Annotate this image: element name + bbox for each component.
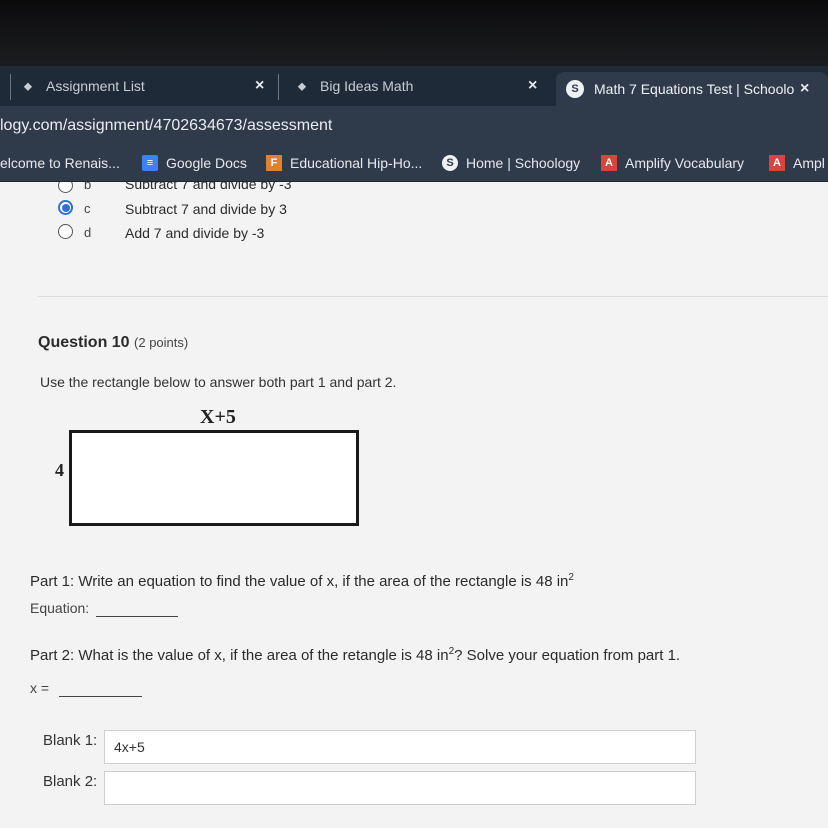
option-text: Subtract 7 and divide by -3	[125, 182, 292, 192]
bookmark-label: Ampl	[793, 155, 825, 171]
tab-math-7-equations-test[interactable]: S Math 7 Equations Test | Schoolo ×	[556, 72, 828, 106]
bookmark-label: Educational Hip-Ho...	[290, 155, 423, 171]
blank-1-label: Blank 1:	[43, 732, 98, 749]
answer-option-d[interactable]: d Add 7 and divide by -3	[0, 224, 828, 244]
option-text: Add 7 and divide by -3	[125, 225, 265, 241]
part-2-text: Part 2: What is the value of x, if the a…	[30, 646, 680, 664]
close-tab-icon[interactable]: ×	[528, 77, 537, 95]
f-logo-icon: F	[266, 155, 282, 171]
close-tab-icon[interactable]: ×	[800, 80, 809, 98]
option-letter: d	[84, 225, 92, 240]
bookmark-amplify-vocabulary[interactable]: A Amplify Vocabulary	[601, 155, 744, 171]
question-title: Question 10 (2 points)	[38, 334, 188, 352]
option-letter: c	[84, 201, 91, 216]
bookmark-label: Home | Schoology	[466, 155, 581, 171]
blank-2-label: Blank 2:	[43, 773, 98, 790]
close-tab-icon[interactable]: ×	[255, 77, 264, 95]
option-letter: b	[84, 182, 92, 192]
question-points: (2 points)	[134, 335, 189, 350]
radio-button-selected[interactable]	[58, 200, 73, 215]
amplify-logo-icon: A	[769, 155, 785, 171]
tab-label: Big Ideas Math	[320, 78, 414, 94]
amplify-logo-icon: A	[601, 155, 617, 171]
part-1-body: Part 1: Write an equation to find the va…	[30, 573, 569, 590]
url-text[interactable]: logy.com/assignment/4702634673/assessmen…	[0, 117, 332, 135]
schoology-logo-icon: S	[566, 80, 584, 98]
option-text: Subtract 7 and divide by 3	[125, 201, 287, 217]
tab-label: Math 7 Equations Test | Schoolo	[594, 81, 795, 97]
tab-assignment-list[interactable]: ⬥ Assignment List ×	[22, 66, 284, 106]
radio-button[interactable]	[58, 182, 73, 193]
screen-bezel	[0, 0, 828, 66]
bookmark-renaissance[interactable]: elcome to Renais...	[0, 155, 120, 171]
assessment-page: b Subtract 7 and divide by -3 c Subtract…	[0, 182, 828, 828]
part-2-body: Part 2: What is the value of x, if the a…	[30, 647, 449, 664]
equation-label: Equation:	[30, 600, 90, 616]
bookmark-label: Google Docs	[166, 155, 247, 171]
bookmark-label: elcome to Renais...	[0, 155, 120, 171]
question-divider	[38, 296, 828, 297]
answer-option-b[interactable]: b Subtract 7 and divide by -3	[0, 182, 828, 196]
bookmarks-bar: elcome to Renais... ≡ Google Docs F Educ…	[0, 146, 828, 182]
part-2-body-end: ? Solve your equation from part 1.	[454, 647, 681, 664]
schoology-logo-icon: S	[442, 155, 458, 171]
x-equals-label: x =	[30, 680, 50, 696]
bookmark-google-docs[interactable]: ≡ Google Docs	[142, 155, 247, 171]
blank-2-input[interactable]	[104, 771, 696, 805]
tab-strip: ⬥ Assignment List × ⬥ Big Ideas Math × S…	[0, 66, 828, 106]
rectangle-length-label: X+5	[200, 406, 236, 428]
tab-separator	[278, 74, 279, 100]
tab-separator	[10, 74, 11, 100]
tab-big-ideas-math[interactable]: ⬥ Big Ideas Math ×	[296, 66, 550, 106]
part-1-text: Part 1: Write an equation to find the va…	[30, 572, 574, 590]
bookmark-educational-hip-hop[interactable]: F Educational Hip-Ho...	[266, 155, 422, 171]
superscript: 2	[568, 572, 574, 583]
question-number: Question 10	[38, 334, 130, 351]
answer-option-c[interactable]: c Subtract 7 and divide by 3	[0, 200, 828, 220]
schoology-diamond-icon: ⬥	[23, 78, 33, 93]
x-blank-line	[59, 696, 142, 697]
tab-label: Assignment List	[46, 78, 145, 94]
bookmark-label: Amplify Vocabulary	[625, 155, 745, 171]
blank-1-input[interactable]: 4x+5	[104, 730, 696, 764]
bookmark-home-schoology[interactable]: S Home | Schoology	[442, 155, 580, 171]
rectangle-width-label: 4	[55, 460, 64, 480]
equation-blank-line	[96, 616, 178, 617]
radio-button[interactable]	[58, 224, 73, 239]
diamond-icon: ⬥	[297, 78, 307, 93]
address-bar[interactable]: logy.com/assignment/4702634673/assessmen…	[0, 106, 828, 146]
google-docs-icon: ≡	[142, 155, 158, 171]
bookmark-amplify[interactable]: A Ampl	[769, 155, 825, 171]
rectangle-figure	[69, 430, 359, 526]
question-prompt: Use the rectangle below to answer both p…	[40, 374, 397, 390]
